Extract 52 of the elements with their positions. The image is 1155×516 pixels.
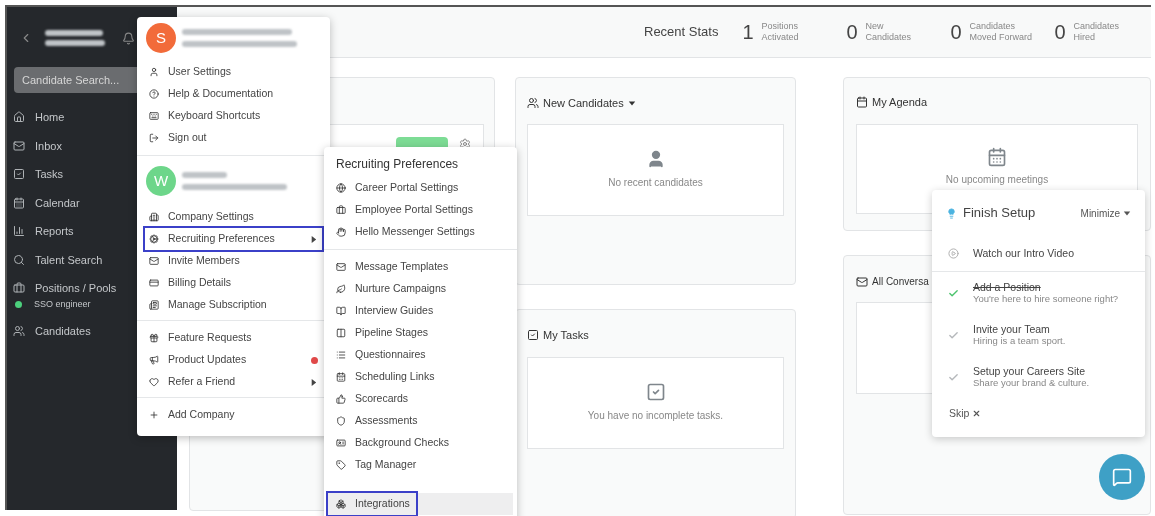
menu-item[interactable]: Scheduling Links (328, 366, 513, 388)
skip-button[interactable]: Skip (949, 406, 982, 422)
setup-step[interactable]: Watch our Intro Video (932, 236, 1145, 272)
menu-item[interactable]: Tag Manager (328, 454, 513, 476)
minimize-button[interactable]: Minimize (1080, 205, 1131, 221)
stat-value: 1 (742, 20, 754, 45)
menu-item[interactable]: Pipeline Stages (328, 322, 513, 344)
stat-label: New Candidates (865, 21, 912, 43)
menu-item[interactable]: Sign out (145, 127, 322, 149)
card-title: My Tasks (527, 327, 784, 344)
step-title[interactable]: Invite your Team (973, 323, 1066, 335)
step-subtitle: Hiring is a team sport. (973, 335, 1066, 347)
stat-value: 0 (1054, 20, 1066, 45)
stat-value: 0 (950, 20, 962, 45)
menu-item[interactable]: Add Company (145, 404, 322, 426)
menu-item[interactable]: Invite Members (145, 250, 322, 272)
menu-item[interactable]: Assessments (328, 410, 513, 432)
avatar: W (146, 166, 176, 196)
step-subtitle: You're here to hire someone right? (973, 293, 1119, 305)
step-title[interactable]: Add a Position (973, 281, 1119, 293)
menu-item[interactable]: Employee Portal Settings (328, 199, 513, 221)
empty-message: No upcoming meetings (945, 172, 1049, 187)
empty-message: You have no incomplete tasks. (587, 409, 724, 423)
menu-item[interactable]: Hello Messenger Settings (328, 221, 513, 243)
stat-label: Candidates Moved Forward (969, 21, 1033, 43)
menu-item[interactable]: Company Settings (145, 206, 322, 228)
submenu-title: Recruiting Preferences (335, 156, 460, 173)
menu-item[interactable]: Refer a Friend (145, 371, 322, 393)
card-title[interactable]: New Candidates (527, 95, 784, 112)
step-title[interactable]: Setup your Careers Site (973, 365, 1090, 377)
stat-label: Positions Activated (761, 21, 799, 43)
menu-item[interactable]: Interview Guides (328, 300, 513, 322)
card-title: My Agenda (856, 94, 1138, 111)
menu-item[interactable]: Background Checks (328, 432, 513, 454)
panel-title: Finish Setup (963, 204, 1037, 223)
menu-item[interactable]: Keyboard Shortcuts (145, 105, 322, 127)
avatar: S (146, 23, 176, 53)
menu-item[interactable]: Message Templates (328, 256, 513, 278)
menu-item[interactable]: Manage Subscription (145, 294, 322, 316)
menu-item[interactable]: Career Portal Settings (328, 177, 513, 199)
menu-item[interactable]: Feature Requests (145, 327, 322, 349)
stat-label: Candidates Hired (1073, 21, 1120, 43)
stat-value: 0 (846, 20, 858, 45)
empty-message: No recent candidates (608, 176, 703, 190)
menu-item[interactable]: Recruiting Preferences (145, 228, 322, 250)
menu-item[interactable]: Questionnaires (328, 344, 513, 366)
menu-item[interactable]: Billing Details (145, 272, 322, 294)
menu-item[interactable]: Scorecards (328, 388, 513, 410)
menu-item[interactable]: Product Updates (145, 349, 322, 371)
menu-item[interactable]: Nurture Campaigns (328, 278, 513, 300)
stats-title: Recent Stats (644, 23, 719, 42)
step-subtitle: Share your brand & culture. (973, 377, 1090, 389)
